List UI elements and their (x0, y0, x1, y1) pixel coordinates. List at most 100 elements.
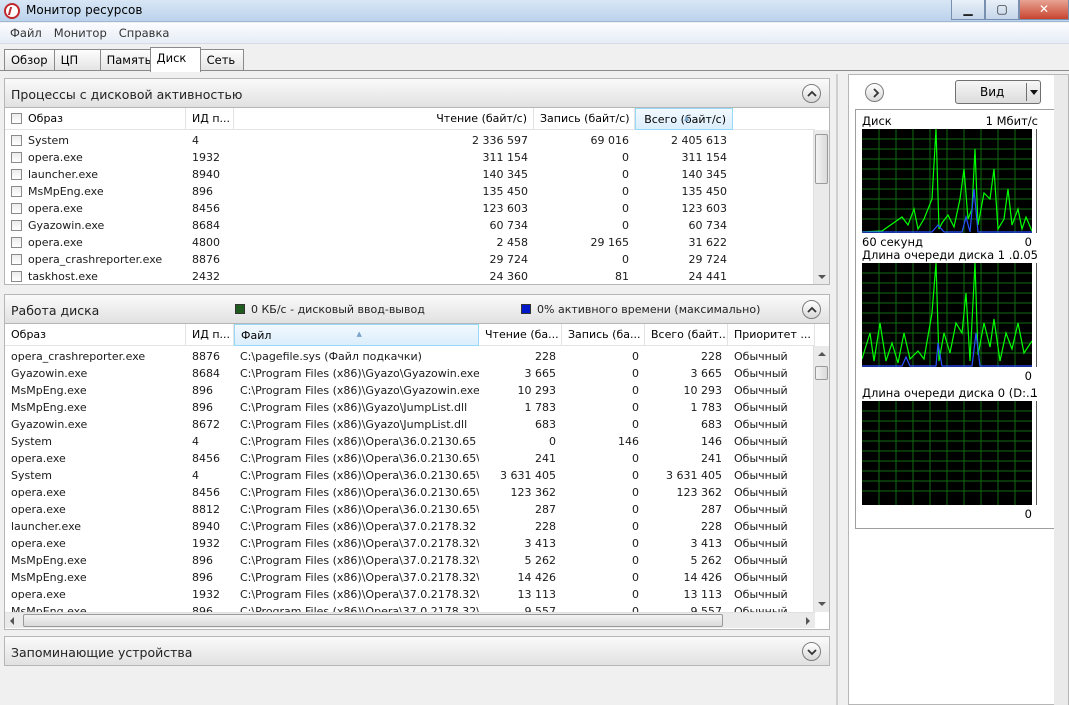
cell-priority: Обычный (734, 571, 788, 584)
process-checkbox[interactable] (11, 220, 22, 231)
table-row[interactable]: MsMpEng.exe 896 C:\Program Files (x86)\Gya… (5, 399, 815, 416)
expand-storage-button[interactable] (802, 642, 821, 661)
disk-activity-hscroll[interactable] (5, 612, 815, 628)
table-row[interactable]: Gyazowin.exe 8684 60 734 0 60 734 (5, 217, 815, 234)
maximize-button[interactable]: ▢ (985, 0, 1019, 20)
cell-pid: 4 (192, 469, 199, 482)
table-row[interactable]: opera.exe 4800 2 458 29 165 31 622 (5, 234, 815, 251)
tab-memory[interactable]: Память (99, 49, 151, 71)
table-row[interactable]: opera.exe 1932 311 154 0 311 154 (5, 149, 815, 166)
right-pane-vscroll[interactable] (1054, 75, 1068, 705)
disk-activity-header[interactable]: Работа диска 0 КБ/с - дисковый ввод-выво… (4, 294, 830, 324)
table-row[interactable]: System 4 C:\Program Files (x86)\Opera\36.0… (5, 467, 815, 484)
process-checkbox[interactable] (11, 135, 22, 146)
cell-total: 287 (701, 503, 722, 516)
table-row[interactable]: Gyazowin.exe 8672 C:\Program Files (x86)\G… (5, 416, 815, 433)
col-image[interactable]: Образ (5, 108, 186, 130)
chevron-up-icon (807, 90, 817, 97)
scroll-right-icon[interactable] (806, 617, 810, 625)
table-row[interactable]: Gyazowin.exe 8684 C:\Program Files (x86)\G… (5, 365, 815, 382)
disk-activity-hscroll-thumb[interactable] (23, 614, 723, 627)
col-read[interactable]: Чтение (байт/с) (234, 108, 534, 130)
process-checkbox[interactable] (11, 152, 22, 163)
table-row[interactable]: opera_crashreporter.exe 8876 29 724 0 29 724 (5, 251, 815, 268)
processes-header[interactable]: Процессы с дисковой активностью (4, 78, 830, 108)
col-write[interactable]: Запись (байт/с) (534, 108, 635, 130)
table-row[interactable]: System 4 2 336 597 69 016 2 405 613 (5, 132, 815, 149)
table-row[interactable]: launcher.exe 8940 140 345 0 140 345 (5, 166, 815, 183)
menu-help[interactable]: Справка (113, 26, 176, 40)
cell-total: 14 426 (683, 571, 723, 584)
process-checkbox[interactable] (11, 169, 22, 180)
minimize-button[interactable]: ▁ (951, 0, 985, 20)
col-priority[interactable]: Приоритет ... (728, 324, 815, 346)
tab-network[interactable]: Сеть (199, 49, 244, 71)
storage-header[interactable]: Запоминающие устройства (4, 636, 830, 666)
pane-splitter[interactable] (836, 74, 838, 705)
tab-strip: Обзор ЦП Память Диск Сеть (4, 47, 244, 72)
menu-file[interactable]: Файл (4, 26, 48, 40)
tab-cpu[interactable]: ЦП (53, 49, 101, 71)
cell-priority: Обычный (734, 520, 788, 533)
select-all-checkbox[interactable] (11, 113, 22, 124)
scroll-left-icon[interactable] (10, 617, 14, 625)
table-row[interactable]: MsMpEng.exe 896 135 450 0 135 450 (5, 183, 815, 200)
tab-disk[interactable]: Диск (149, 47, 201, 72)
col-pid[interactable]: ИД п... (186, 324, 234, 346)
queue-graph-0-min: 0 (1024, 507, 1032, 521)
cell-write: 0 (632, 554, 639, 567)
col-total[interactable]: Всего (байт... (645, 324, 728, 346)
table-row[interactable]: MsMpEng.exe 896 C:\Program Files (x86)\Ope… (5, 552, 815, 569)
cell-image: Gyazowin.exe (11, 418, 88, 431)
process-checkbox[interactable] (11, 237, 22, 248)
close-button[interactable]: ✕ (1019, 0, 1069, 20)
scroll-down-icon[interactable] (818, 275, 826, 279)
processes-vscroll[interactable] (813, 130, 829, 284)
col-file[interactable]: ▲ Файл (234, 324, 479, 346)
cell-image: Gyazowin.exe (11, 367, 88, 380)
table-row[interactable]: MsMpEng.exe 896 C:\Program Files (x86)\Ope… (5, 569, 815, 586)
cell-write: 0 (622, 168, 629, 181)
view-button[interactable]: Вид (955, 80, 1041, 104)
process-checkbox[interactable] (11, 186, 22, 197)
col-image[interactable]: Образ (5, 324, 186, 346)
table-row[interactable]: launcher.exe 8940 C:\Program Files (x86)\O… (5, 518, 815, 535)
storage-title: Запоминающие устройства (11, 645, 193, 660)
queue-graph-0: Длина очереди диска 0 (D:... 1 0 (862, 386, 1048, 522)
cell-image: System (11, 469, 53, 482)
processes-scroll-thumb[interactable] (815, 134, 828, 184)
disk-activity-scroll-thumb[interactable] (815, 366, 828, 380)
cell-total: 1 783 (690, 401, 723, 414)
table-row[interactable]: MsMpEng.exe 896 C:\Program Files (x86)\Gya… (5, 382, 815, 399)
process-checkbox[interactable] (11, 203, 22, 214)
table-row[interactable]: taskhost.exe 2432 24 360 81 24 441 (5, 268, 815, 284)
process-checkbox[interactable] (11, 271, 22, 282)
collapse-graph-pane-button[interactable] (865, 83, 884, 102)
col-total[interactable]: ▲ Всего (байт/с) (635, 108, 733, 130)
table-row[interactable]: opera.exe 1932 C:\Program Files (x86)\Oper… (5, 586, 815, 603)
cell-read: 135 450 (482, 185, 529, 198)
scroll-down-icon[interactable] (818, 602, 826, 606)
table-row[interactable]: opera.exe 8812 C:\Program Files (x86)\Oper… (5, 501, 815, 518)
process-checkbox[interactable] (11, 254, 22, 265)
cell-image: opera.exe (11, 588, 66, 601)
cell-file: C:\Program Files (x86)\Opera\36.0.2130.6… (240, 486, 479, 499)
right-pane: Вид Диск 1 Мбит/с 60 секунд 0 Длина очер… (848, 74, 1069, 705)
table-row[interactable]: opera.exe 8456 C:\Program Files (x86)\Oper… (5, 484, 815, 501)
col-pid[interactable]: ИД п... (186, 108, 234, 130)
collapse-processes-button[interactable] (802, 84, 821, 103)
table-row[interactable]: opera.exe 1932 C:\Program Files (x86)\Oper… (5, 535, 815, 552)
scroll-up-icon[interactable] (818, 352, 826, 356)
col-write[interactable]: Запись (ба... (562, 324, 645, 346)
collapse-disk-activity-button[interactable] (802, 300, 821, 319)
table-row[interactable]: opera_crashreporter.exe 8876 C:\pagefile.s… (5, 348, 815, 365)
tab-overview[interactable]: Обзор (4, 49, 55, 71)
col-read[interactable]: Чтение (ба... (479, 324, 562, 346)
table-row[interactable]: opera.exe 8456 123 603 0 123 603 (5, 200, 815, 217)
disk-activity-vscroll[interactable] (813, 346, 829, 612)
cell-image: launcher.exe (5, 166, 186, 183)
menu-monitor[interactable]: Монитор (48, 26, 113, 40)
cell-pid: 4 (192, 435, 199, 448)
table-row[interactable]: System 4 C:\Program Files (x86)\Opera\36.0… (5, 433, 815, 450)
table-row[interactable]: opera.exe 8456 C:\Program Files (x86)\Oper… (5, 450, 815, 467)
